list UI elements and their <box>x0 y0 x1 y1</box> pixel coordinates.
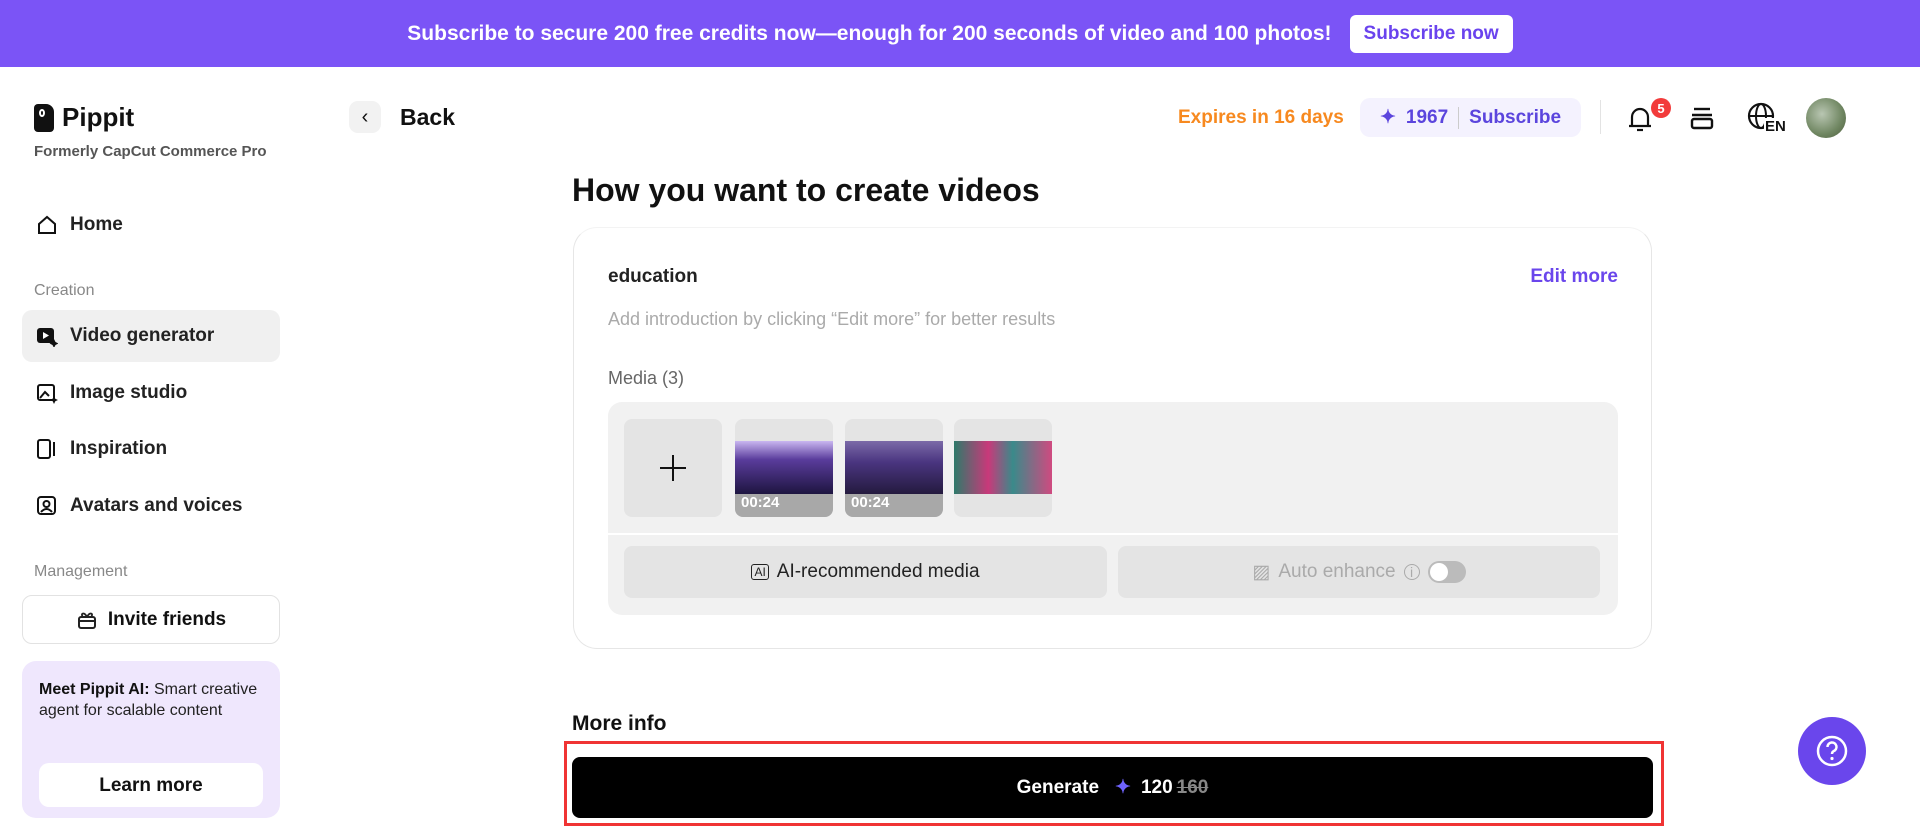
divider <box>1600 100 1601 134</box>
sidebar-item-label: Inspiration <box>70 438 168 459</box>
notification-badge: 5 <box>1651 98 1671 118</box>
media-thumbnail[interactable]: 00:24 <box>735 419 833 517</box>
generate-label: Generate <box>1016 776 1100 798</box>
credits-count: 1967 <box>1405 106 1449 128</box>
sidebar-item-home[interactable]: Home <box>22 199 280 251</box>
back-label[interactable]: Back <box>400 104 455 131</box>
sidebar-item-label: Home <box>70 214 123 235</box>
topic-title: education <box>608 266 698 287</box>
ai-media-icon: AI <box>751 564 769 580</box>
invite-friends-button[interactable]: Invite friends <box>22 595 280 644</box>
layers-icon[interactable] <box>1688 104 1716 137</box>
pippit-logo-icon <box>34 103 54 132</box>
chevron-left-icon: ‹ <box>361 105 369 128</box>
banner-text: Subscribe to secure 200 free credits now… <box>407 21 1332 45</box>
subscribe-link[interactable]: Subscribe <box>1469 107 1561 129</box>
auto-enhance-toggle[interactable] <box>1427 561 1466 583</box>
language-selector[interactable]: EN <box>1747 102 1789 136</box>
video-sparkle-icon <box>36 325 58 347</box>
image-icon: ▨ <box>1252 561 1271 583</box>
avatar-icon <box>36 495 58 517</box>
sidebar-item-label: Avatars and voices <box>70 495 243 516</box>
sparkle-icon: ✦ <box>1379 107 1396 128</box>
introduction-placeholder[interactable]: Add introduction by clicking “Edit more”… <box>608 309 1055 330</box>
bell-icon[interactable] <box>1626 104 1654 139</box>
media-label: Media (3) <box>608 368 685 388</box>
original-cost: 160 <box>1176 776 1209 798</box>
sidebar-item-video-generator[interactable]: Video generator <box>22 310 280 362</box>
language-code: EN <box>1764 118 1787 135</box>
section-creation: Creation <box>34 282 95 299</box>
inspiration-icon <box>36 438 58 460</box>
page-title: How you want to create videos <box>572 172 1040 208</box>
pippit-ai-promo: Meet Pippit AI: Smart creative agent for… <box>22 661 280 818</box>
more-info-heading: More info <box>572 712 667 735</box>
plus-icon <box>660 455 686 481</box>
sidebar-item-image-studio[interactable]: Image studio <box>22 367 280 419</box>
brand-subtitle: Formerly CapCut Commerce Pro <box>34 143 267 160</box>
brand-name: Pippit <box>62 102 135 132</box>
subscribe-now-button[interactable]: Subscribe now <box>1349 14 1513 53</box>
expiry-notice: Expires in 16 days <box>1178 107 1344 128</box>
section-management: Management <box>34 563 128 580</box>
promo-banner: Subscribe to secure 200 free credits now… <box>0 0 1920 67</box>
gift-icon <box>76 609 98 631</box>
media-duration: 00:24 <box>851 494 890 511</box>
sidebar-item-inspiration[interactable]: Inspiration <box>22 423 280 475</box>
add-media-button[interactable] <box>624 419 722 517</box>
auto-enhance-label: Auto enhance <box>1278 561 1396 582</box>
sidebar-item-label: Video generator <box>70 325 215 346</box>
learn-more-button[interactable]: Learn more <box>39 763 263 807</box>
user-avatar[interactable] <box>1806 98 1846 138</box>
sparkle-icon: ✦ <box>1115 777 1131 798</box>
home-icon <box>36 214 58 236</box>
auto-enhance-control: ▨ Auto enhance i <box>1118 546 1600 598</box>
credit-cost: 120 <box>1140 776 1173 798</box>
sidebar-item-label: Image studio <box>70 382 188 403</box>
media-thumbnail[interactable]: 00:24 <box>845 419 943 517</box>
image-sparkle-icon <box>36 382 58 404</box>
info-icon[interactable]: i <box>1403 564 1420 580</box>
edit-more-link[interactable]: Edit more <box>1530 266 1618 288</box>
promo-title: Meet Pippit AI: <box>39 681 150 698</box>
back-button[interactable]: ‹ <box>349 101 381 133</box>
sidebar-item-avatars-voices[interactable]: Avatars and voices <box>22 480 280 532</box>
credits-pill[interactable]: ✦ 1967 Subscribe <box>1360 98 1581 137</box>
question-icon <box>1816 735 1848 767</box>
logo[interactable]: Pippit <box>34 102 134 133</box>
invite-label: Invite friends <box>107 608 227 630</box>
media-duration: 00:24 <box>741 494 780 511</box>
generate-button[interactable]: Generate ✦ 120 160 <box>572 757 1653 818</box>
divider <box>608 533 1618 535</box>
media-thumbnail[interactable] <box>954 419 1052 517</box>
ai-media-label: AI-recommended media <box>776 561 980 582</box>
help-button[interactable] <box>1798 717 1866 785</box>
ai-recommended-media-button[interactable]: AI AI-recommended media <box>624 546 1107 598</box>
